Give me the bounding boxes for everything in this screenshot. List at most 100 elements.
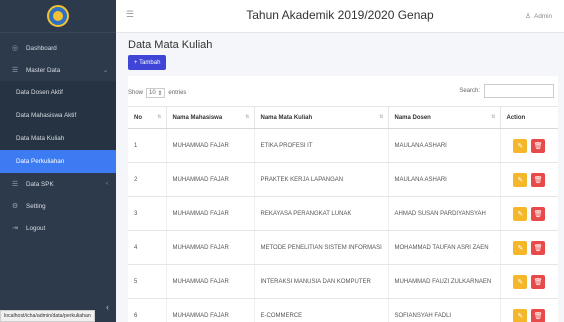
edit-button[interactable]: ✎ bbox=[513, 274, 528, 289]
user-menu[interactable]: ♙ Admin bbox=[525, 12, 552, 20]
sort-icon: ⇅ bbox=[157, 114, 162, 120]
table-row: 2 MUHAMMAD FAJAR PRAKTEK KERJA LAPANGAN … bbox=[128, 162, 559, 197]
pencil-icon: ✎ bbox=[517, 142, 524, 150]
chevron-left-icon: ‹ bbox=[106, 181, 108, 187]
entries-select[interactable]: 10 ⇕ bbox=[146, 88, 166, 98]
logo-bar bbox=[0, 0, 116, 33]
table-row: 6 MUHAMMAD FAJAR E-COMMERCE SOFIANSYAH F… bbox=[128, 298, 559, 322]
sort-icon: ⇅ bbox=[245, 114, 250, 120]
sort-icon: ⇅ bbox=[379, 114, 384, 120]
cell-no: 1 bbox=[128, 128, 166, 163]
delete-button[interactable]: 🗑 bbox=[531, 206, 546, 221]
delete-button[interactable]: 🗑 bbox=[531, 172, 546, 187]
sidebar-item-data-dosen-aktif[interactable]: Data Dosen Aktif bbox=[0, 81, 116, 104]
cell-nama-dosen: MUHAMMAD FAUZI ZULKARNAEN bbox=[387, 264, 500, 299]
sidebar: ◎ Dashboard ☰ Master Data ⌄ Data Dosen A… bbox=[0, 0, 116, 322]
search-input[interactable] bbox=[484, 84, 554, 98]
sidebar-item-label: Logout bbox=[26, 224, 46, 232]
cell-nama-dosen: MOHAMMAD TAUFAN ASRI ZAEN bbox=[387, 230, 500, 265]
university-logo[interactable] bbox=[47, 5, 69, 27]
trash-icon: 🗑 bbox=[533, 142, 543, 150]
edit-button[interactable]: ✎ bbox=[513, 172, 528, 187]
sidebar-item-data-mahasiswa-aktif[interactable]: Data Mahasiswa Aktif bbox=[0, 104, 116, 127]
header-label: No bbox=[134, 114, 142, 121]
row-actions: ✎ 🗑 bbox=[507, 240, 559, 255]
sidebar-item-data-perkuliahan[interactable]: Data Perkuliahan bbox=[0, 150, 116, 173]
sidebar-item-label: Data Perkuliahan bbox=[16, 158, 65, 165]
row-actions: ✎ 🗑 bbox=[507, 138, 559, 153]
row-actions: ✎ 🗑 bbox=[507, 308, 559, 322]
sidebar-item-label: Setting bbox=[26, 202, 46, 210]
entries-control: Show 10 ⇕ entries bbox=[128, 88, 186, 98]
chevron-down-icon: ⌄ bbox=[102, 67, 108, 74]
pencil-icon: ✎ bbox=[517, 312, 524, 320]
delete-button[interactable]: 🗑 bbox=[531, 138, 546, 153]
edit-button[interactable]: ✎ bbox=[513, 138, 528, 153]
delete-button[interactable]: 🗑 bbox=[531, 240, 546, 255]
cell-nama-mata-kuliah: METODE PENELITIAN SISTEM INFORMASI bbox=[253, 230, 388, 265]
cell-nama-mahasiswa: MUHAMMAD FAJAR bbox=[165, 128, 254, 163]
column-header-nama-dosen[interactable]: Nama Dosen ⇅ bbox=[387, 106, 500, 129]
cell-nama-mata-kuliah: REKAYASA PERANGKAT LUNAK bbox=[253, 196, 388, 231]
add-button[interactable]: + Tambah bbox=[128, 55, 167, 70]
column-header-nama-mata-kuliah[interactable]: Nama Mata Kuliah ⇅ bbox=[253, 106, 388, 129]
sidebar-item-data-spk[interactable]: ☰ Data SPK ‹ bbox=[0, 173, 116, 195]
sidebar-item-dashboard[interactable]: ◎ Dashboard bbox=[0, 37, 116, 59]
logout-icon: ⇥ bbox=[12, 225, 18, 232]
pencil-icon: ✎ bbox=[517, 244, 524, 252]
delete-button[interactable]: 🗑 bbox=[531, 308, 546, 322]
cell-action: ✎ 🗑 bbox=[499, 128, 559, 163]
pencil-icon: ✎ bbox=[517, 278, 524, 286]
cell-nama-mahasiswa: MUHAMMAD FAJAR bbox=[165, 230, 254, 265]
perkuliahan-table: No ⇅ Nama Mahasiswa ⇅ Nama Mata Kuliah ⇅ Na… bbox=[128, 106, 558, 322]
sidebar-item-logout[interactable]: ⇥ Logout bbox=[0, 217, 116, 239]
status-bar-url: localhost/icha/admin/data/perkuliahan bbox=[0, 310, 95, 322]
trash-icon: 🗑 bbox=[533, 278, 543, 286]
edit-button[interactable]: ✎ bbox=[513, 240, 528, 255]
table-row: 1 MUHAMMAD FAJAR ETIKA PROFESI IT MAULAN… bbox=[128, 128, 559, 163]
edit-button[interactable]: ✎ bbox=[513, 308, 528, 322]
main-content: Data Mata Kuliah + Tambah Show 10 ⇕ entr… bbox=[116, 33, 564, 322]
cell-action: ✎ 🗑 bbox=[499, 162, 559, 197]
cell-no: 4 bbox=[128, 230, 166, 265]
sidebar-item-master-data[interactable]: ☰ Master Data ⌄ bbox=[0, 59, 116, 81]
sidebar-item-label: Data Mata Kuliah bbox=[16, 135, 65, 142]
header-label: Action bbox=[506, 114, 526, 121]
trash-icon: 🗑 bbox=[533, 176, 543, 184]
entries-label: entries bbox=[168, 90, 187, 96]
delete-button[interactable]: 🗑 bbox=[531, 274, 546, 289]
logo-emblem bbox=[53, 11, 63, 21]
cell-nama-dosen: MAULANA ASHARI bbox=[387, 162, 500, 197]
table-row: 4 MUHAMMAD FAJAR METODE PENELITIAN SISTE… bbox=[128, 230, 559, 265]
sidebar-collapse-icon[interactable]: ‹ bbox=[106, 302, 109, 312]
row-actions: ✎ 🗑 bbox=[507, 172, 559, 187]
sidebar-item-label: Data Dosen Aktif bbox=[16, 89, 63, 96]
cell-no: 2 bbox=[128, 162, 166, 197]
cell-action: ✎ 🗑 bbox=[499, 298, 559, 322]
gear-icon: ⚙ bbox=[11, 203, 19, 210]
cell-nama-mata-kuliah: ETIKA PROFESI IT bbox=[253, 128, 388, 163]
pencil-icon: ✎ bbox=[517, 176, 524, 184]
user-name: Admin bbox=[534, 13, 552, 20]
cell-action: ✎ 🗑 bbox=[499, 196, 558, 231]
cell-nama-mata-kuliah: E-COMMERCE bbox=[253, 298, 388, 322]
sidebar-item-data-mata-kuliah[interactable]: Data Mata Kuliah bbox=[0, 127, 116, 150]
cell-nama-mahasiswa: MUHAMMAD FAJAR bbox=[165, 298, 254, 322]
column-header-nama-mahasiswa[interactable]: Nama Mahasiswa ⇅ bbox=[165, 106, 254, 129]
sidebar-item-label: Dashboard bbox=[26, 44, 57, 52]
edit-button[interactable]: ✎ bbox=[513, 206, 528, 221]
table-row: 3 MUHAMMAD FAJAR REKAYASA PERANGKAT LUNA… bbox=[128, 196, 558, 231]
list-icon: ☰ bbox=[11, 181, 19, 188]
header-label: Nama Mahasiswa bbox=[172, 114, 223, 121]
list-icon: ☰ bbox=[11, 67, 19, 74]
pencil-icon: ✎ bbox=[517, 210, 524, 218]
cell-no: 6 bbox=[128, 298, 166, 322]
sidebar-item-label: Data Mahasiswa Aktif bbox=[16, 112, 77, 119]
cell-nama-mahasiswa: MUHAMMAD FAJAR bbox=[165, 196, 254, 231]
cell-nama-mata-kuliah: PRAKTEK KERJA LAPANGAN bbox=[253, 162, 388, 197]
column-header-no[interactable]: No ⇅ bbox=[128, 106, 166, 129]
academic-year-title: Tahun Akademik 2019/2020 Genap bbox=[246, 8, 434, 22]
cell-nama-mahasiswa: MUHAMMAD FAJAR bbox=[165, 162, 254, 197]
sidebar-item-setting[interactable]: ⚙ Setting bbox=[0, 195, 116, 217]
column-header-action: Action bbox=[499, 106, 558, 129]
